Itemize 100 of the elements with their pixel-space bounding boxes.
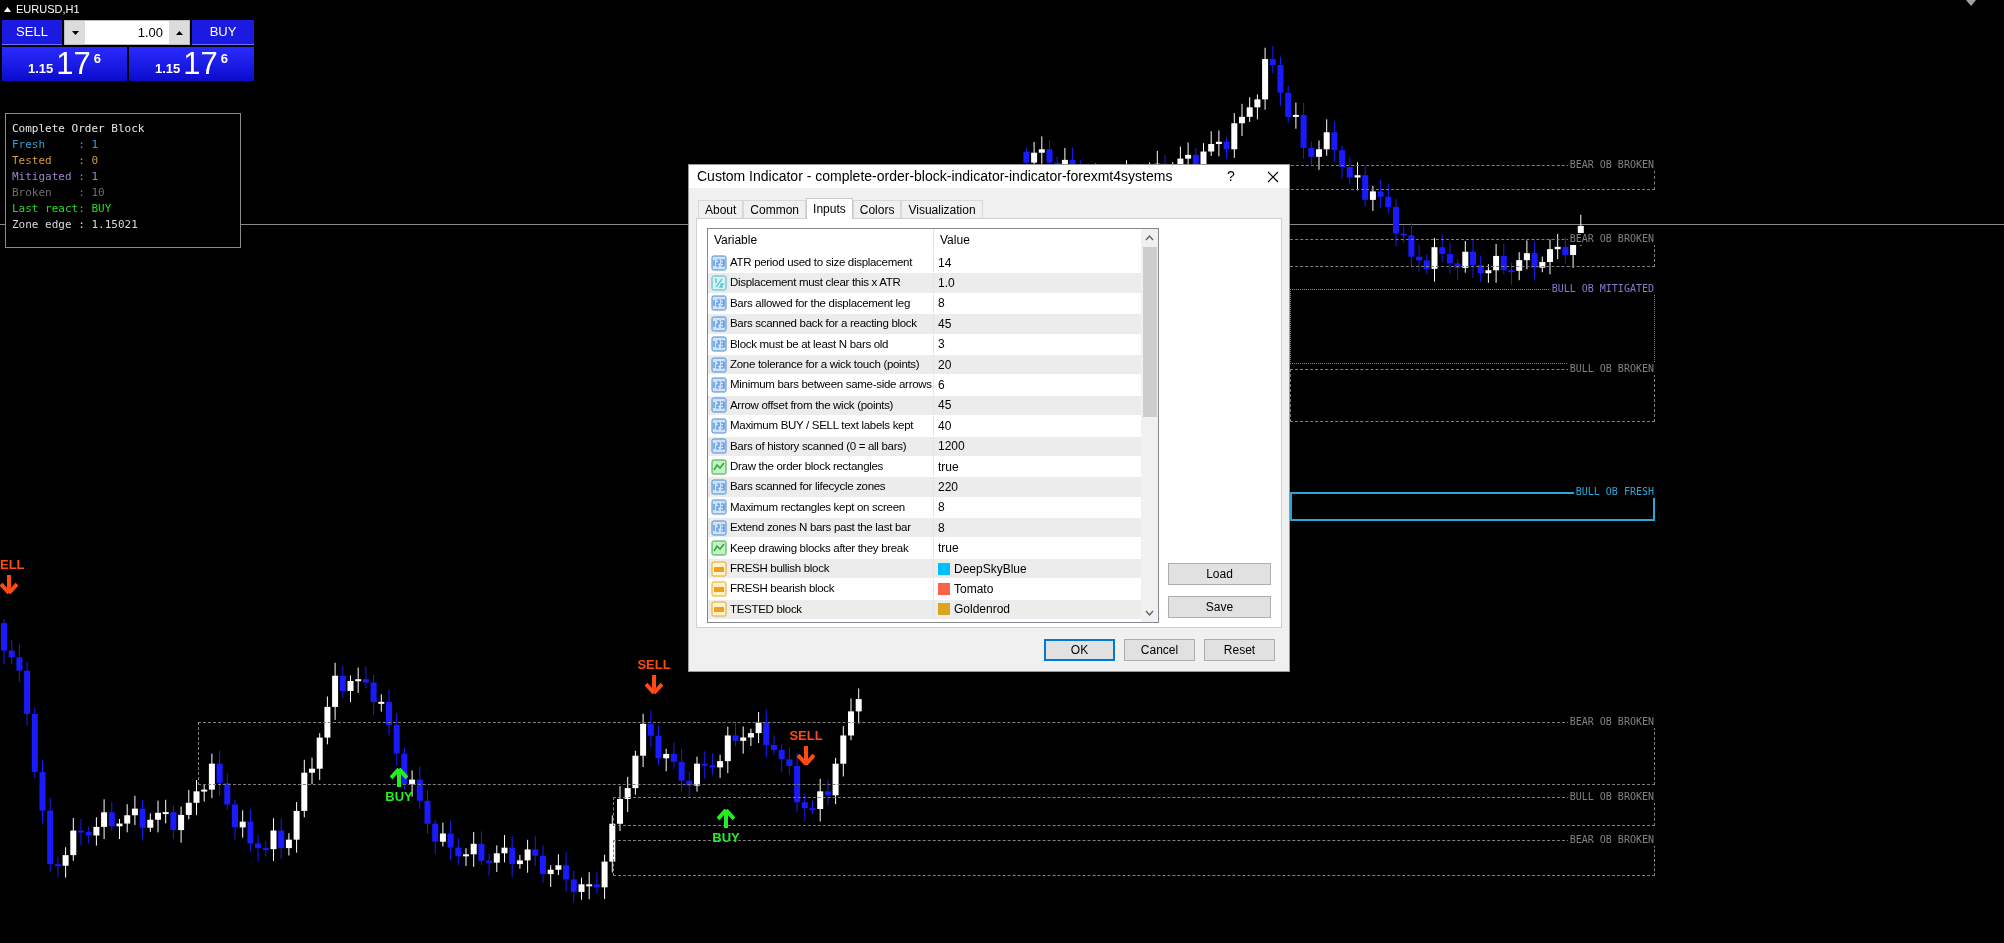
number-icon: [711, 438, 727, 455]
parameter-value[interactable]: 8: [938, 294, 945, 313]
info-title: Complete Order Block: [12, 121, 146, 137]
scrollbar[interactable]: [1141, 229, 1158, 622]
tab[interactable]: About: [698, 200, 744, 218]
parameter-value[interactable]: 8: [938, 518, 945, 537]
parameter-name: Extend zones N bars past the last bar: [730, 520, 911, 536]
info-line: Mitigated : 1: [12, 169, 100, 185]
parameter-name: Keep drawing blocks after they break: [730, 540, 909, 556]
sell-button[interactable]: SELL: [2, 20, 62, 45]
parameter-name: FRESH bullish block: [730, 560, 830, 576]
signal-label: SELL: [789, 729, 823, 743]
parameter-value[interactable]: DeepSkyBlue: [954, 559, 1027, 578]
zone-label: BEAR OB BROKEN: [1567, 716, 1656, 728]
parameter-value[interactable]: 45: [938, 314, 952, 333]
parameter-value[interactable]: 40: [938, 416, 952, 435]
parameter-value[interactable]: 6: [938, 376, 945, 395]
zone-label: BULL OB BROKEN: [1567, 791, 1656, 803]
parameter-value[interactable]: 1200: [938, 437, 965, 456]
parameter-value[interactable]: 220: [938, 478, 959, 496]
dialog-button[interactable]: Reset: [1204, 638, 1275, 661]
parameter-name: Bars scanned back for a reacting block: [730, 316, 917, 332]
parameter-name: FRESH bearish block: [730, 581, 835, 597]
parameter-name: Bars scanned for lifecycle zones: [730, 479, 886, 495]
tab[interactable]: Inputs: [806, 198, 853, 219]
parameter-value[interactable]: 1.0: [938, 274, 955, 293]
tab[interactable]: Visualization: [901, 200, 983, 218]
number-icon: [711, 356, 727, 373]
parameter-value[interactable]: Goldenrod: [954, 600, 1011, 619]
tab[interactable]: Common: [743, 200, 807, 218]
dialog-button[interactable]: Cancel: [1124, 638, 1195, 661]
parameter-name: Arrow offset from the wick (points): [730, 397, 894, 413]
arrow-up-icon: [717, 809, 735, 829]
info-line: Broken : 10: [12, 185, 106, 201]
info-line: Fresh : 1: [12, 137, 100, 153]
zone-label: BULL OB MITIGATED: [1549, 283, 1656, 295]
info-line: Tested : 0: [12, 153, 100, 169]
number-icon: [711, 397, 727, 414]
parameter-name: TESTED block: [730, 601, 802, 617]
zone-label: BEAR OB BROKEN: [1567, 159, 1656, 171]
caret-up-icon[interactable]: [175, 30, 183, 35]
parameter-name: Bars allowed for the displacement leg: [730, 295, 911, 311]
parameter-name: Maximum BUY / SELL text labels kept: [730, 418, 914, 434]
zone-label: BULL OB BROKEN: [1567, 363, 1656, 375]
parameter-name: Zone tolerance for a wick touch (points): [730, 357, 920, 372]
number-icon: [711, 275, 727, 292]
parameter-name: Draw the order block rectangles: [730, 458, 884, 474]
parameter-value[interactable]: 45: [938, 396, 952, 415]
zone-label: BEAR OB BROKEN: [1567, 233, 1656, 245]
dialog-button[interactable]: OK: [1044, 638, 1115, 661]
arrow-down-icon: [797, 745, 815, 765]
scroll-up-icon[interactable]: [1145, 235, 1154, 241]
triangle-up-icon[interactable]: [4, 6, 11, 12]
lot-value: 1.00: [136, 24, 164, 42]
signal-label: SELL: [637, 658, 671, 672]
signal-label: BUY: [385, 790, 413, 804]
help-button[interactable]: ?: [1217, 166, 1245, 187]
signal-label: BUY: [712, 831, 740, 845]
number-icon: [711, 499, 727, 516]
dialog-title: Custom Indicator - complete-order-block-indicator-indicator-forexmt4systems: [697, 167, 1174, 186]
number-icon: [711, 254, 727, 271]
buy-button[interactable]: BUY: [192, 20, 254, 45]
zone-label: BULL OB FRESH: [1573, 486, 1656, 498]
info-line: Zone edge : 1.15021: [12, 217, 139, 233]
arrow-down-icon: [645, 674, 663, 694]
arrow-up-icon: [390, 768, 408, 788]
parameter-name: Block must be at least N bars old: [730, 336, 889, 352]
scroll-down-icon[interactable]: [1145, 610, 1154, 616]
chart-symbol: EURUSD,H1: [16, 2, 80, 17]
signal-label: ELL: [0, 558, 25, 572]
scrollbar-thumb[interactable]: [1142, 247, 1157, 417]
arrow-down-icon: [0, 574, 18, 594]
parameter-value[interactable]: 3: [938, 335, 945, 354]
parameter-value[interactable]: Tomato: [954, 579, 994, 598]
parameter-name: ATR period used to size displacement: [730, 255, 913, 271]
caret-down-icon[interactable]: [1966, 0, 1976, 6]
number-icon: [711, 519, 727, 536]
number-icon: [711, 377, 727, 394]
dialog-button[interactable]: Load: [1168, 563, 1271, 585]
close-icon[interactable]: [1267, 170, 1279, 183]
parameter-value[interactable]: true: [938, 539, 959, 558]
parameter-value[interactable]: 20: [938, 355, 952, 374]
number-icon: [711, 336, 727, 353]
parameter-name: Bars of history scanned (0 = all bars): [730, 438, 907, 454]
info-line: Last react: BUY: [12, 201, 113, 217]
number-icon: [711, 315, 727, 332]
parameter-value[interactable]: 8: [938, 498, 945, 517]
lot-spinner[interactable]: 1.00: [64, 20, 190, 45]
number-icon: [711, 479, 727, 495]
column-header[interactable]: Value: [934, 229, 1141, 252]
number-icon: [711, 295, 727, 312]
zone-label: BEAR OB BROKEN: [1567, 834, 1656, 846]
caret-down-icon[interactable]: [71, 30, 79, 35]
parameter-name: Maximum rectangles kept on screen: [730, 499, 905, 515]
tab[interactable]: Colors: [852, 200, 902, 218]
parameter-value[interactable]: true: [938, 457, 959, 476]
parameter-name: Displacement must clear this x ATR: [730, 275, 901, 291]
parameter-name: Minimum bars between same-side arrows: [730, 377, 932, 393]
parameter-value[interactable]: 14: [938, 253, 952, 272]
dialog-button[interactable]: Save: [1168, 596, 1271, 618]
